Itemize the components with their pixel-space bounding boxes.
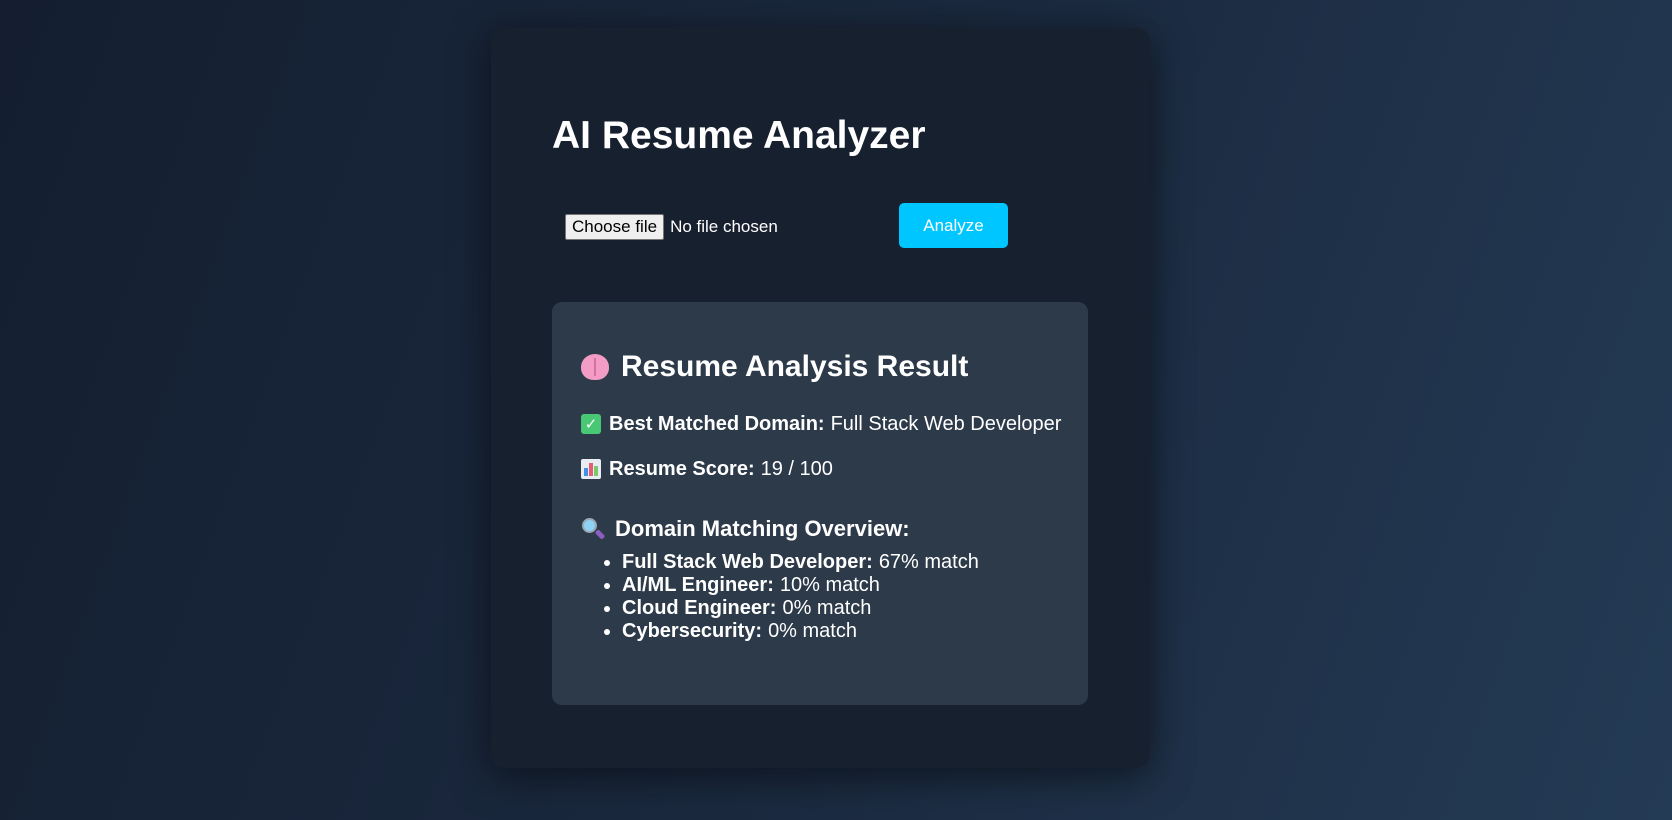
analyze-button[interactable]: Analyze bbox=[899, 203, 1008, 248]
overview-heading: Domain Matching Overview: bbox=[581, 517, 910, 541]
domain-list: Full Stack Web Developer:67% match AI/ML… bbox=[622, 551, 979, 643]
analyzer-card: AI Resume Analyzer Choose file No file c… bbox=[491, 28, 1150, 768]
result-panel: Resume Analysis Result ✓ Best Matched Do… bbox=[552, 302, 1088, 705]
check-mark-icon: ✓ bbox=[581, 414, 601, 434]
bar-chart-icon bbox=[581, 459, 601, 479]
domain-match: 10% match bbox=[779, 574, 880, 596]
domain-match: 67% match bbox=[878, 551, 979, 573]
magnifying-glass-icon bbox=[581, 517, 606, 541]
file-status-text: No file chosen bbox=[670, 217, 778, 236]
list-item: Cybersecurity:0% match bbox=[622, 620, 979, 643]
domain-name: Cybersecurity: bbox=[622, 620, 763, 642]
overview-heading-text: Domain Matching Overview: bbox=[615, 516, 910, 541]
domain-name: Cloud Engineer: bbox=[622, 597, 777, 619]
result-heading: Resume Analysis Result bbox=[581, 352, 968, 382]
score-label: Resume Score: bbox=[609, 458, 755, 480]
choose-file-button[interactable]: Choose file bbox=[565, 214, 665, 240]
resume-file-input[interactable]: Choose file No file chosen bbox=[565, 214, 778, 240]
list-item: AI/ML Engineer:10% match bbox=[622, 574, 979, 597]
list-item: Cloud Engineer:0% match bbox=[622, 597, 979, 620]
score-value: 19 / 100 bbox=[760, 458, 833, 480]
score-line: Resume Score: 19 / 100 bbox=[581, 459, 833, 479]
best-domain-line: ✓ Best Matched Domain: Full Stack Web De… bbox=[581, 414, 1061, 434]
domain-match: 0% match bbox=[782, 597, 872, 619]
result-heading-text: Resume Analysis Result bbox=[621, 350, 969, 383]
best-domain-label: Best Matched Domain: bbox=[609, 413, 825, 435]
list-item: Full Stack Web Developer:67% match bbox=[622, 551, 979, 574]
domain-name: Full Stack Web Developer: bbox=[622, 551, 873, 573]
brain-icon bbox=[581, 354, 609, 380]
best-domain-value: Full Stack Web Developer bbox=[830, 413, 1062, 435]
domain-match: 0% match bbox=[768, 620, 857, 642]
domain-name: AI/ML Engineer: bbox=[622, 574, 774, 596]
page-title: AI Resume Analyzer bbox=[552, 114, 926, 157]
